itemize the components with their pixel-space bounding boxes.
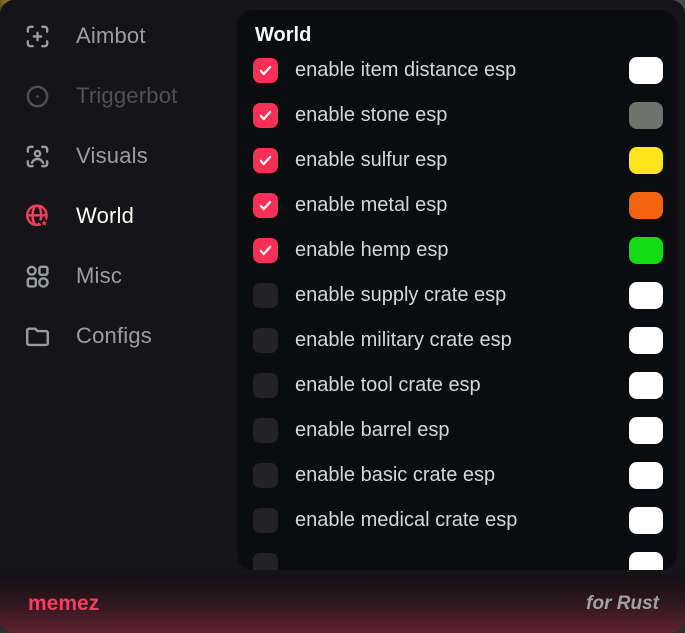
esp-option-label: enable military crate esp <box>295 329 629 352</box>
sidebar-item-visuals[interactable]: Visuals <box>0 126 237 186</box>
esp-row-enable-sulfur-esp: enable sulfur esp <box>253 138 663 183</box>
esp-row-enable-basic-crate-esp: enable basic crate esp <box>253 453 663 498</box>
swatch-partial[interactable] <box>629 552 663 570</box>
sidebar-item-label: Aimbot <box>76 23 146 49</box>
world-panel: World enable item distance esp enable st… <box>237 10 677 570</box>
swatch-enable-military-crate-esp[interactable] <box>629 327 663 354</box>
categories-icon <box>22 261 52 291</box>
esp-row-enable-metal-esp: enable metal esp <box>253 183 663 228</box>
esp-row-enable-item-distance-esp: enable item distance esp <box>253 48 663 93</box>
cheat-menu-window: Aimbot Triggerbot Visuals World Misc Con… <box>0 0 685 633</box>
checkbox-enable-item-distance-esp[interactable] <box>253 58 278 83</box>
folder-icon <box>22 321 52 351</box>
swatch-enable-medical-crate-esp[interactable] <box>629 507 663 534</box>
swatch-enable-metal-esp[interactable] <box>629 192 663 219</box>
esp-option-label: enable tool crate esp <box>295 374 629 397</box>
esp-option-label: enable item distance esp <box>295 59 629 82</box>
esp-row-enable-medical-crate-esp: enable medical crate esp <box>253 498 663 543</box>
esp-row-enable-hemp-esp: enable hemp esp <box>253 228 663 273</box>
sidebar-item-triggerbot[interactable]: Triggerbot <box>0 66 237 126</box>
checkbox-enable-sulfur-esp[interactable] <box>253 148 278 173</box>
checkbox-enable-military-crate-esp[interactable] <box>253 328 278 353</box>
checkbox-enable-supply-crate-esp[interactable] <box>253 283 278 308</box>
tagline-label: for Rust <box>586 593 659 615</box>
esp-option-label: enable hemp esp <box>295 239 629 262</box>
checkbox-enable-metal-esp[interactable] <box>253 193 278 218</box>
esp-row-enable-supply-crate-esp: enable supply crate esp <box>253 273 663 318</box>
esp-option-label: enable basic crate esp <box>295 464 629 487</box>
esp-row-enable-stone-esp: enable stone esp <box>253 93 663 138</box>
checkbox-enable-medical-crate-esp[interactable] <box>253 508 278 533</box>
check-icon <box>257 242 274 259</box>
swatch-enable-stone-esp[interactable] <box>629 102 663 129</box>
checkbox-enable-hemp-esp[interactable] <box>253 238 278 263</box>
checkbox-partial[interactable] <box>253 553 278 570</box>
esp-row-partial <box>253 543 663 570</box>
swatch-enable-item-distance-esp[interactable] <box>629 57 663 84</box>
swatch-enable-supply-crate-esp[interactable] <box>629 282 663 309</box>
esp-row-enable-tool-crate-esp: enable tool crate esp <box>253 363 663 408</box>
globe-star-icon <box>22 201 52 231</box>
sidebar-item-misc[interactable]: Misc <box>0 246 237 306</box>
checkbox-enable-barrel-esp[interactable] <box>253 418 278 443</box>
sidebar-item-label: Misc <box>76 263 122 289</box>
esp-row-enable-barrel-esp: enable barrel esp <box>253 408 663 453</box>
esp-option-label: enable supply crate esp <box>295 284 629 307</box>
checkbox-enable-tool-crate-esp[interactable] <box>253 373 278 398</box>
brand-label: memez <box>28 592 99 616</box>
crosshair-scan-icon <box>22 21 52 51</box>
esp-row-enable-military-crate-esp: enable military crate esp <box>253 318 663 363</box>
swatch-enable-hemp-esp[interactable] <box>629 237 663 264</box>
sidebar-item-label: Configs <box>76 323 152 349</box>
esp-option-label: enable metal esp <box>295 194 629 217</box>
check-icon <box>257 62 274 79</box>
sidebar-item-world[interactable]: World <box>0 186 237 246</box>
panel-title: World <box>255 22 663 48</box>
swatch-enable-basic-crate-esp[interactable] <box>629 462 663 489</box>
swatch-enable-barrel-esp[interactable] <box>629 417 663 444</box>
check-icon <box>257 152 274 169</box>
sidebar: Aimbot Triggerbot Visuals World Misc Con… <box>0 0 237 366</box>
esp-option-label: enable barrel esp <box>295 419 629 442</box>
check-icon <box>257 107 274 124</box>
checkbox-enable-stone-esp[interactable] <box>253 103 278 128</box>
esp-option-label: enable sulfur esp <box>295 149 629 172</box>
footer-bar: memez for Rust <box>0 575 685 633</box>
checkbox-enable-basic-crate-esp[interactable] <box>253 463 278 488</box>
check-icon <box>257 197 274 214</box>
swatch-enable-tool-crate-esp[interactable] <box>629 372 663 399</box>
esp-options-list: enable item distance esp enable stone es… <box>253 48 663 570</box>
sidebar-item-label: Triggerbot <box>76 83 177 109</box>
circle-dot-icon <box>22 81 52 111</box>
swatch-enable-sulfur-esp[interactable] <box>629 147 663 174</box>
scan-face-icon <box>22 141 52 171</box>
sidebar-item-label: Visuals <box>76 143 148 169</box>
esp-option-label: enable medical crate esp <box>295 509 629 532</box>
esp-option-label: enable stone esp <box>295 104 629 127</box>
sidebar-item-configs[interactable]: Configs <box>0 306 237 366</box>
sidebar-item-label: World <box>76 203 134 229</box>
sidebar-item-aimbot[interactable]: Aimbot <box>0 6 237 66</box>
